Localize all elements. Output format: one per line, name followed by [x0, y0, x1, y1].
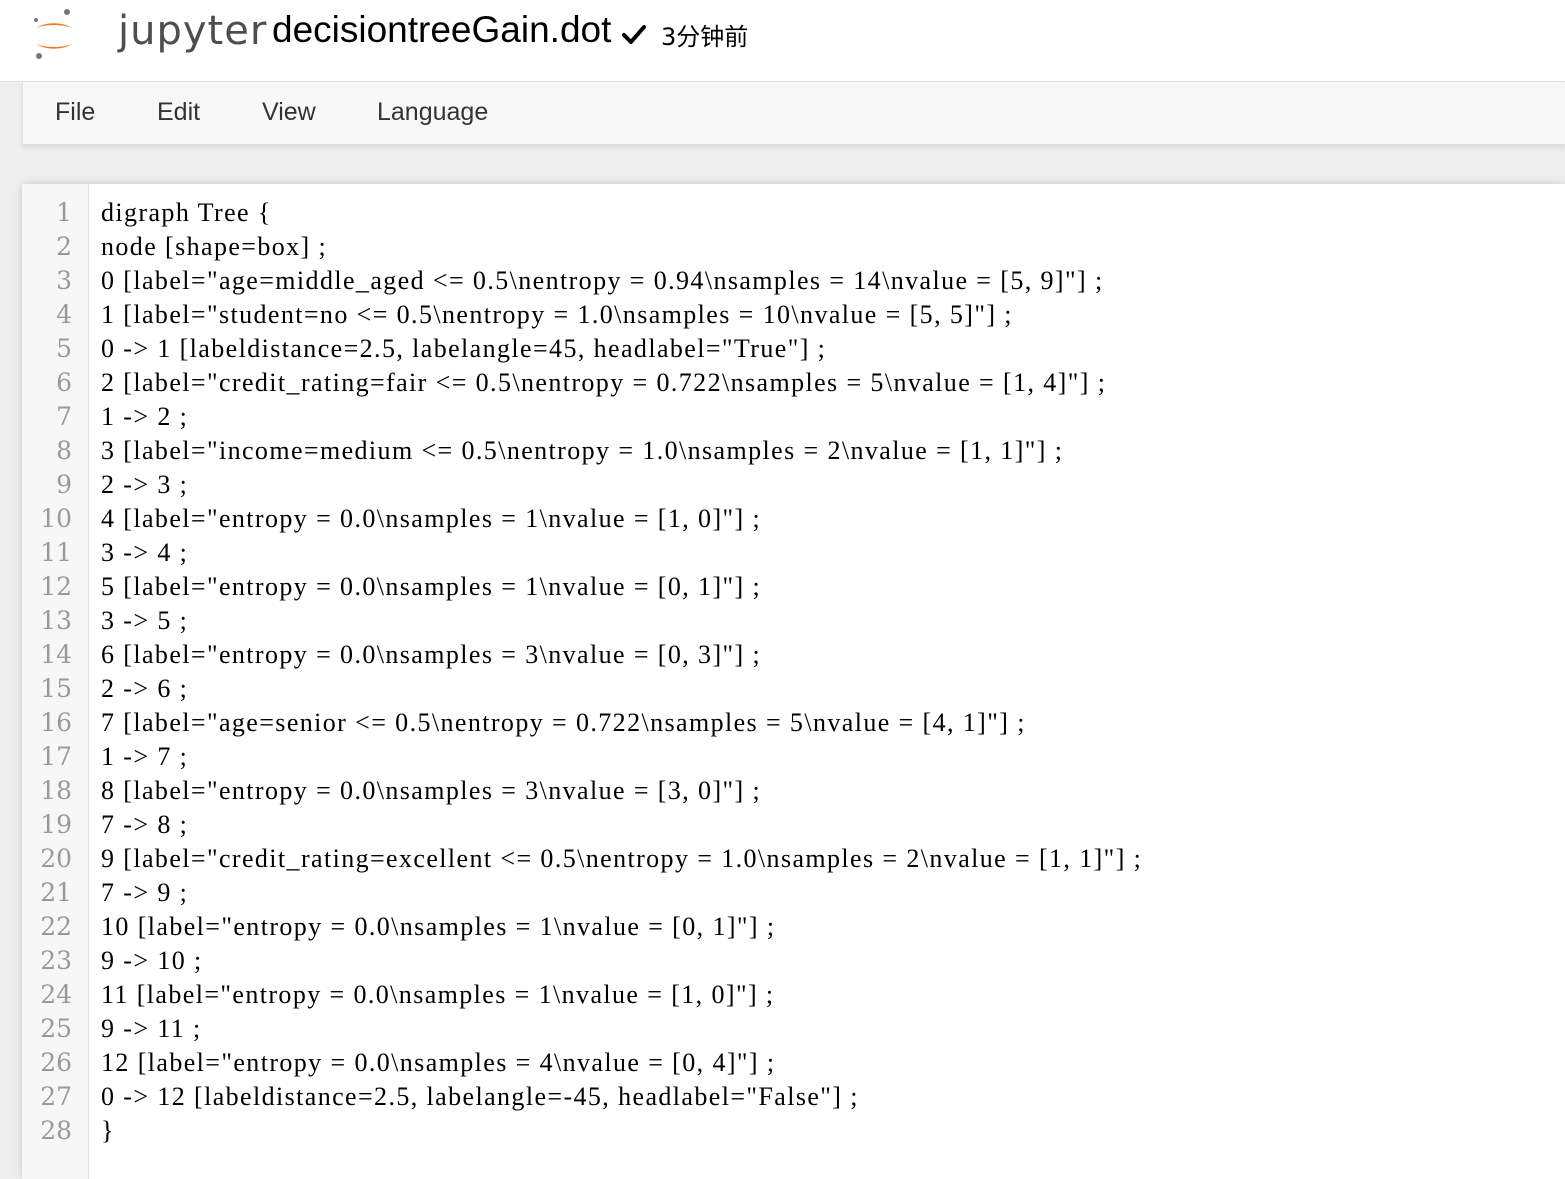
line-number: 21 — [40, 878, 72, 907]
code-line[interactable]: digraph Tree { — [101, 196, 272, 230]
menu-edit[interactable]: Edit — [157, 98, 200, 127]
checkmark-icon — [622, 22, 646, 46]
header: jupyter decisiontreeGain.dot 3分钟前 — [0, 0, 1565, 82]
code-line[interactable]: 0 -> 1 [labeldistance=2.5, labelangle=45… — [101, 332, 826, 366]
text-editor[interactable]: 1 2 3 4 5 6 7 8 9 10 11 12 13 14 15 16 17 18 19 20 21 22 23 24 2… — [22, 184, 1565, 1179]
jupyter-logo-text: jupyter — [118, 8, 268, 54]
code-area[interactable]: digraph Tree {node [shape=box] ; 0 [label… — [89, 184, 1565, 1179]
line-number: 20 — [40, 844, 72, 873]
code-line[interactable]: 1 -> 7 ; — [101, 740, 188, 774]
code-line[interactable]: 0 -> 12 [labeldistance=2.5, labelangle=-… — [101, 1080, 859, 1114]
code-line[interactable]: 9 [label="credit_rating=excellent <= 0.5… — [101, 842, 1142, 876]
menubar: File Edit View Language — [22, 82, 1565, 145]
code-line[interactable]: 2 -> 3 ; — [101, 468, 188, 502]
code-line[interactable]: 3 -> 5 ; — [101, 604, 188, 638]
line-number: 26 — [40, 1048, 72, 1077]
line-number: 11 — [40, 538, 72, 567]
code-line[interactable]: 1 [label="student=no <= 0.5\nentropy = 1… — [101, 298, 1013, 332]
line-number: 14 — [40, 640, 72, 669]
line-number: 7 — [56, 402, 72, 431]
code-line[interactable]: 7 -> 9 ; — [101, 876, 188, 910]
line-number: 9 — [56, 470, 72, 499]
menu-file[interactable]: File — [55, 98, 95, 127]
line-number: 27 — [40, 1082, 72, 1111]
line-number: 12 — [40, 572, 72, 601]
line-number: 1 — [56, 198, 72, 227]
code-line[interactable]: 5 [label="entropy = 0.0\nsamples = 1\nva… — [101, 570, 761, 604]
code-line[interactable]: 1 -> 2 ; — [101, 400, 188, 434]
jupyter-logo[interactable]: jupyter — [30, 6, 266, 66]
line-number: 3 — [56, 266, 72, 295]
notebook-filename[interactable]: decisiontreeGain.dot — [272, 9, 611, 51]
code-line[interactable]: 12 [label="entropy = 0.0\nsamples = 4\nv… — [101, 1046, 776, 1080]
code-line[interactable]: 3 [label="income=medium <= 0.5\nentropy … — [101, 434, 1063, 468]
line-number: 25 — [40, 1014, 72, 1043]
code-line[interactable]: 3 -> 4 ; — [101, 536, 188, 570]
code-line[interactable]: 6 [label="entropy = 0.0\nsamples = 3\nva… — [101, 638, 761, 672]
line-number: 13 — [40, 606, 72, 635]
line-number: 8 — [56, 436, 72, 465]
menu-language[interactable]: Language — [377, 98, 488, 127]
code-line[interactable]: 10 [label="entropy = 0.0\nsamples = 1\nv… — [101, 910, 776, 944]
code-line[interactable]: 4 [label="entropy = 0.0\nsamples = 1\nva… — [101, 502, 761, 536]
line-number: 22 — [40, 912, 72, 941]
code-line[interactable]: 8 [label="entropy = 0.0\nsamples = 3\nva… — [101, 774, 761, 808]
code-line[interactable]: 11 [label="entropy = 0.0\nsamples = 1\nv… — [101, 978, 775, 1012]
line-number: 4 — [56, 300, 72, 329]
code-line[interactable]: 7 -> 8 ; — [101, 808, 188, 842]
line-number: 19 — [40, 810, 72, 839]
menu-view[interactable]: View — [262, 98, 316, 127]
line-number: 5 — [56, 334, 72, 363]
code-line[interactable]: 9 -> 11 ; — [101, 1012, 202, 1046]
code-line[interactable]: 9 -> 10 ; — [101, 944, 203, 978]
last-saved-status: 3分钟前 — [661, 23, 749, 51]
code-line[interactable]: 2 -> 6 ; — [101, 672, 188, 706]
code-line[interactable]: 2 [label="credit_rating=fair <= 0.5\nent… — [101, 366, 1106, 400]
line-number: 23 — [40, 946, 72, 975]
line-number: 10 — [40, 504, 72, 533]
line-number: 24 — [40, 980, 72, 1009]
line-number: 15 — [40, 674, 72, 703]
line-number: 6 — [56, 368, 72, 397]
menubar-container: File Edit View Language — [0, 82, 1565, 145]
line-number: 2 — [56, 232, 72, 261]
code-line[interactable]: node [shape=box] ; — [101, 230, 327, 264]
line-number-gutter: 1 2 3 4 5 6 7 8 9 10 11 12 13 14 15 16 17 18 19 20 21 22 23 24 2… — [22, 184, 89, 1179]
line-number: 18 — [40, 776, 72, 805]
code-line[interactable]: 0 [label="age=middle_aged <= 0.5\nentrop… — [101, 264, 1104, 298]
line-number: 28 — [40, 1116, 72, 1145]
jupyter-logo-icon — [34, 9, 72, 59]
code-line[interactable]: } — [101, 1114, 115, 1148]
line-number: 16 — [40, 708, 72, 737]
line-number: 17 — [40, 742, 72, 771]
code-line[interactable]: 7 [label="age=senior <= 0.5\nentropy = 0… — [101, 706, 1026, 740]
